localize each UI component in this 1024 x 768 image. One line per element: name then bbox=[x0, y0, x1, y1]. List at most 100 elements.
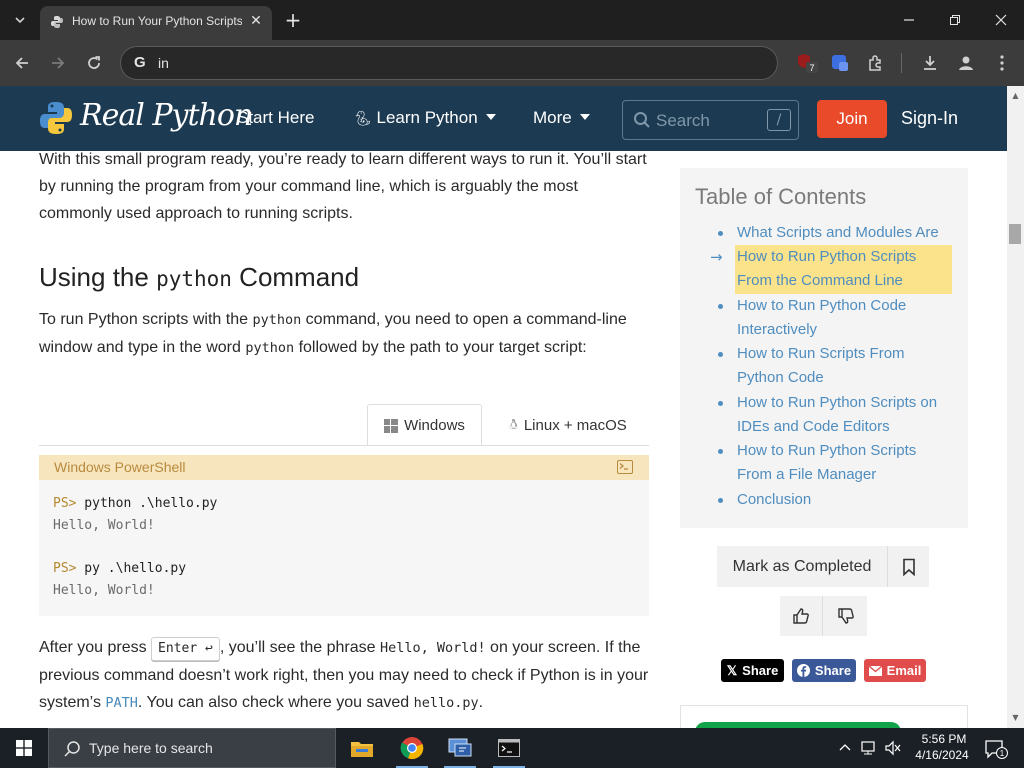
arrow-right-icon: → bbox=[710, 248, 723, 266]
nav-learn-python-label: Learn Python bbox=[376, 108, 478, 127]
search-shortcut-key: / bbox=[767, 109, 791, 131]
site-logo-text[interactable]: Real Python bbox=[80, 98, 253, 133]
profile-icon[interactable] bbox=[954, 51, 978, 75]
bookmark-icon[interactable] bbox=[887, 546, 929, 587]
new-tab-icon[interactable]: + bbox=[282, 8, 304, 32]
toc-item[interactable]: Conclusion bbox=[737, 488, 955, 512]
reload-icon[interactable] bbox=[81, 50, 107, 76]
forward-icon[interactable] bbox=[45, 50, 71, 76]
search-placeholder: Search bbox=[656, 111, 710, 130]
chevron-down-icon bbox=[485, 114, 496, 120]
address-bar[interactable]: G in bbox=[120, 46, 778, 80]
toc-item[interactable]: What Scripts and Modules Are bbox=[737, 221, 955, 245]
code-line: PS> py .\hello.py bbox=[53, 561, 187, 576]
result-paragraph: After you press Enter ↩, you’ll see the … bbox=[39, 637, 649, 711]
tab-search-icon[interactable] bbox=[8, 8, 32, 32]
chrome-icon[interactable] bbox=[388, 728, 436, 768]
chevron-down-icon bbox=[579, 114, 590, 120]
extensions-puzzle-icon[interactable] bbox=[864, 51, 888, 75]
mark-as-completed-button[interactable]: Mark as Completed bbox=[717, 546, 887, 587]
tab-windows-label: Windows bbox=[404, 417, 465, 434]
bullet-icon bbox=[718, 352, 723, 357]
windows-start-icon[interactable] bbox=[0, 728, 48, 768]
x-logo-icon: 𝕏 bbox=[726, 662, 738, 678]
rating-group bbox=[780, 596, 867, 636]
file-explorer-icon[interactable] bbox=[338, 728, 386, 768]
close-window-icon[interactable] bbox=[978, 0, 1024, 40]
sign-in-link[interactable]: Sign-In bbox=[901, 108, 958, 129]
browser-tab[interactable]: How to Run Your Python Scripts ✕ bbox=[40, 6, 272, 40]
python-logo-icon[interactable] bbox=[38, 100, 74, 136]
nav-start-here[interactable]: Start Here bbox=[237, 108, 314, 128]
browser-toolbar: G in 7 bbox=[0, 40, 1024, 86]
section-heading: Using the python Command bbox=[39, 262, 360, 292]
tab-linux-macos[interactable]: 🐧︎ Linux + macOS bbox=[488, 404, 648, 446]
scroll-thumb[interactable] bbox=[1009, 224, 1021, 244]
path-link[interactable]: PATH bbox=[105, 695, 138, 711]
table-of-contents: Table of Contents → What Scripts and Mod… bbox=[680, 168, 968, 528]
chevron-up-icon[interactable] bbox=[838, 740, 854, 756]
volume-muted-icon[interactable] bbox=[884, 740, 902, 756]
tabs-underline bbox=[39, 445, 649, 446]
windows-taskbar: Type here to search 5:56 PM 4/16/2024 1 bbox=[0, 728, 1024, 768]
share-facebook-button[interactable]: Share bbox=[792, 659, 856, 682]
site-search-input[interactable]: Search / bbox=[622, 100, 799, 140]
terminal-icon[interactable] bbox=[617, 460, 633, 474]
nav-more-label: More bbox=[533, 108, 572, 127]
tab-close-icon[interactable]: ✕ bbox=[246, 11, 266, 31]
intro-paragraph: With this small program ready, you’re re… bbox=[39, 151, 647, 222]
envelope-icon bbox=[868, 665, 882, 676]
nav-learn-python[interactable]: 🐍︎ Learn Python bbox=[354, 108, 496, 128]
toc-item[interactable]: How to Run Python Scripts on IDEs and Co… bbox=[737, 391, 955, 439]
search-icon bbox=[634, 112, 650, 128]
bullet-icon bbox=[718, 498, 723, 503]
network-icon[interactable] bbox=[860, 740, 878, 756]
chrome-menu-icon[interactable] bbox=[990, 51, 1014, 75]
terminal-app-icon[interactable] bbox=[485, 728, 533, 768]
facebook-icon bbox=[796, 664, 810, 677]
toc-item[interactable]: How to Run Python Code Interactively bbox=[737, 294, 955, 342]
clock-time[interactable]: 5:56 PM bbox=[914, 732, 974, 746]
taskbar-search-box[interactable]: Type here to search bbox=[48, 728, 336, 768]
toc-item[interactable]: How to Run Scripts From Python Code bbox=[737, 342, 955, 390]
bullet-icon bbox=[718, 449, 723, 454]
page-scrollbar[interactable]: ▲ ▼ bbox=[1007, 86, 1024, 728]
share-email-button[interactable]: Email bbox=[864, 659, 926, 682]
python-favicon-icon bbox=[51, 16, 63, 28]
bullet-icon bbox=[718, 401, 723, 406]
tab-windows[interactable]: Windows bbox=[367, 404, 482, 446]
join-button[interactable]: Join bbox=[817, 100, 887, 138]
ublock-extension-icon[interactable]: 7 bbox=[795, 51, 819, 75]
nav-more[interactable]: More bbox=[533, 108, 590, 128]
windows-logo-icon bbox=[384, 418, 399, 433]
minimize-icon[interactable] bbox=[886, 0, 932, 40]
toc-item[interactable]: How to Run Python Scripts From a File Ma… bbox=[737, 439, 955, 487]
notification-center-icon[interactable]: 1 bbox=[984, 738, 1008, 760]
taskbar-search-placeholder: Type here to search bbox=[89, 740, 213, 756]
share-email-label: Email bbox=[886, 663, 922, 678]
tab-linux-label: Linux + macOS bbox=[523, 416, 627, 434]
svg-text:1: 1 bbox=[1000, 749, 1005, 758]
code-block-title: Windows PowerShell bbox=[54, 459, 186, 475]
code-output: Hello, World! bbox=[53, 583, 155, 598]
translate-extension-icon[interactable] bbox=[828, 51, 852, 75]
back-icon[interactable] bbox=[9, 50, 35, 76]
download-icon[interactable] bbox=[918, 51, 942, 75]
thumbs-up-icon[interactable] bbox=[780, 596, 823, 636]
share-x-button[interactable]: 𝕏 Share bbox=[721, 659, 784, 682]
share-x-label: Share bbox=[742, 663, 779, 678]
toc-item-active[interactable]: How to Run Python Scripts From the Comma… bbox=[737, 245, 955, 293]
restore-icon[interactable] bbox=[932, 0, 978, 40]
code-block-header: Windows PowerShell bbox=[39, 455, 649, 480]
code-block-body: PS> python .\hello.py Hello, World! PS> … bbox=[39, 480, 649, 616]
address-text: in bbox=[158, 55, 169, 71]
clock-date[interactable]: 4/16/2024 bbox=[910, 748, 974, 762]
thumbs-down-icon[interactable] bbox=[824, 596, 867, 636]
search-icon bbox=[64, 741, 80, 757]
toolbar-divider bbox=[901, 53, 902, 73]
remote-desktop-icon[interactable] bbox=[436, 728, 484, 768]
site-header: Real Python Start Here 🐍︎ Learn Python M… bbox=[0, 86, 1007, 151]
scroll-down-arrow-icon[interactable]: ▼ bbox=[1007, 710, 1024, 724]
scroll-up-arrow-icon[interactable]: ▲ bbox=[1007, 88, 1024, 102]
code-output: Hello, World! bbox=[53, 518, 155, 533]
